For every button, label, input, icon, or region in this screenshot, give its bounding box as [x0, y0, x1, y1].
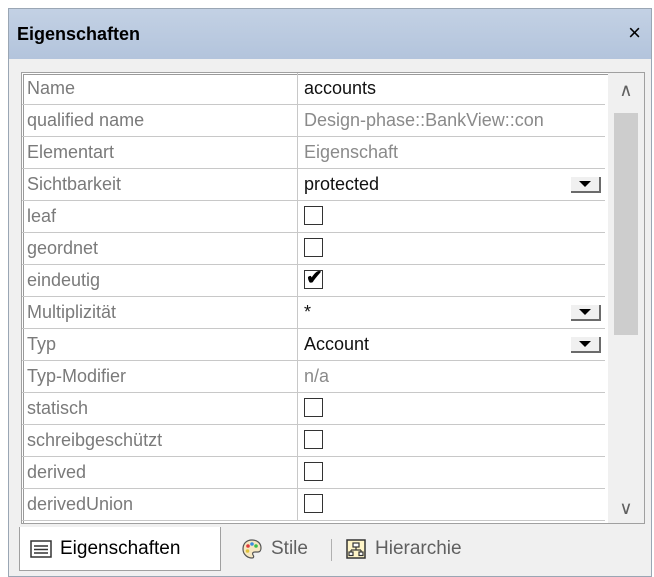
property-value-text: Account	[304, 334, 370, 354]
tab-stile[interactable]: Stile	[241, 527, 308, 571]
property-value-text: n/a	[304, 366, 330, 386]
property-value-text: *	[304, 302, 312, 322]
property-checkbox-cell[interactable]	[298, 425, 605, 456]
scroll-up-icon[interactable]: ∧	[608, 75, 644, 105]
property-name: Elementart	[22, 137, 298, 168]
hierarchy-icon	[346, 539, 366, 559]
property-checkbox-cell[interactable]	[298, 233, 605, 264]
property-value-text: Eigenschaft	[304, 142, 399, 162]
property-value-text: accounts	[304, 78, 377, 98]
property-checkbox[interactable]	[304, 494, 323, 514]
property-checkbox[interactable]	[304, 238, 323, 258]
property-row[interactable]: geordnet	[22, 233, 605, 265]
property-name: derivedUnion	[22, 489, 298, 520]
property-value-text: protected	[304, 174, 380, 194]
property-name: Name	[22, 73, 298, 104]
property-checkbox[interactable]	[304, 398, 323, 418]
properties-panel: Eigenschaften × Name accounts qualified na…	[8, 8, 652, 577]
property-row[interactable]: derived	[22, 457, 605, 489]
property-name: Typ-Modifier	[22, 361, 298, 392]
property-checkbox[interactable]	[304, 206, 323, 226]
property-dropdown[interactable]: Account	[298, 329, 605, 360]
tab-separator	[331, 539, 332, 561]
property-name: Multiplizität	[22, 297, 298, 328]
property-checkbox-cell[interactable]	[298, 457, 605, 488]
close-icon[interactable]: ×	[628, 21, 641, 45]
property-checkbox[interactable]	[304, 430, 323, 450]
property-value[interactable]: Design-phase::BankView::con	[298, 105, 605, 136]
tab-label: Hierarchie	[375, 538, 462, 559]
property-value[interactable]: accounts	[298, 73, 605, 104]
property-dropdown[interactable]: *	[298, 297, 605, 328]
dropdown-arrow-icon[interactable]	[571, 337, 601, 353]
property-row[interactable]: Name accounts	[22, 73, 605, 105]
tab-hierarchie[interactable]: Hierarchie	[345, 527, 462, 571]
property-grid: Name accountsqualified name Design-phase::…	[21, 72, 645, 524]
vertical-scrollbar[interactable]: ∧ ∨	[608, 73, 644, 523]
property-checkbox-cell[interactable]	[298, 201, 605, 232]
property-row[interactable]: schreibgeschützt	[22, 425, 605, 457]
tab-label: Stile	[271, 538, 308, 559]
property-name: leaf	[22, 201, 298, 232]
property-row[interactable]: Sichtbarkeit protected	[22, 169, 605, 201]
palette-icon	[242, 539, 262, 559]
property-name: qualified name	[22, 105, 298, 136]
property-checkbox[interactable]	[304, 462, 323, 482]
property-name: geordnet	[22, 233, 298, 264]
property-checkbox-cell[interactable]	[298, 393, 605, 424]
property-name: eindeutig	[22, 265, 298, 296]
property-name: schreibgeschützt	[22, 425, 298, 456]
property-name: derived	[22, 457, 298, 488]
property-name: Typ	[22, 329, 298, 360]
property-row[interactable]: Typ-Modifier n/a	[22, 361, 605, 393]
tab-bar: Eigenschaften Stile Hierarchie	[15, 527, 651, 573]
property-row[interactable]: eindeutig ✔	[22, 265, 605, 297]
property-name: Sichtbarkeit	[22, 169, 298, 200]
property-name: statisch	[22, 393, 298, 424]
panel-title: Eigenschaften	[17, 23, 141, 44]
dropdown-arrow-icon[interactable]	[571, 305, 601, 321]
property-value-text: Design-phase::BankView::con	[304, 110, 544, 130]
scroll-thumb[interactable]	[614, 113, 638, 335]
tab-label: Eigenschaften	[60, 537, 181, 559]
property-checkbox-cell[interactable]: ✔	[298, 265, 605, 296]
property-value[interactable]: Eigenschaft	[298, 137, 605, 168]
scroll-down-icon[interactable]: ∨	[608, 493, 644, 523]
checkmark-icon: ✔	[306, 267, 323, 290]
property-row[interactable]: derivedUnion	[22, 489, 605, 521]
dropdown-arrow-icon[interactable]	[571, 177, 601, 193]
property-dropdown[interactable]: protected	[298, 169, 605, 200]
property-checkbox-cell[interactable]	[298, 489, 605, 520]
property-rows: Name accountsqualified name Design-phase::…	[22, 73, 605, 521]
property-value[interactable]: n/a	[298, 361, 605, 392]
property-row[interactable]: Elementart Eigenschaft	[22, 137, 605, 169]
property-row[interactable]: statisch	[22, 393, 605, 425]
properties-icon	[30, 539, 52, 558]
panel-titlebar: Eigenschaften ×	[9, 9, 651, 59]
property-checkbox[interactable]: ✔	[304, 267, 323, 290]
property-row[interactable]: qualified name Design-phase::BankView::co…	[22, 105, 605, 137]
property-row[interactable]: Multiplizität *	[22, 297, 605, 329]
tab-eigenschaften[interactable]: Eigenschaften	[19, 527, 221, 571]
property-row[interactable]: leaf	[22, 201, 605, 233]
property-row[interactable]: Typ Account	[22, 329, 605, 361]
